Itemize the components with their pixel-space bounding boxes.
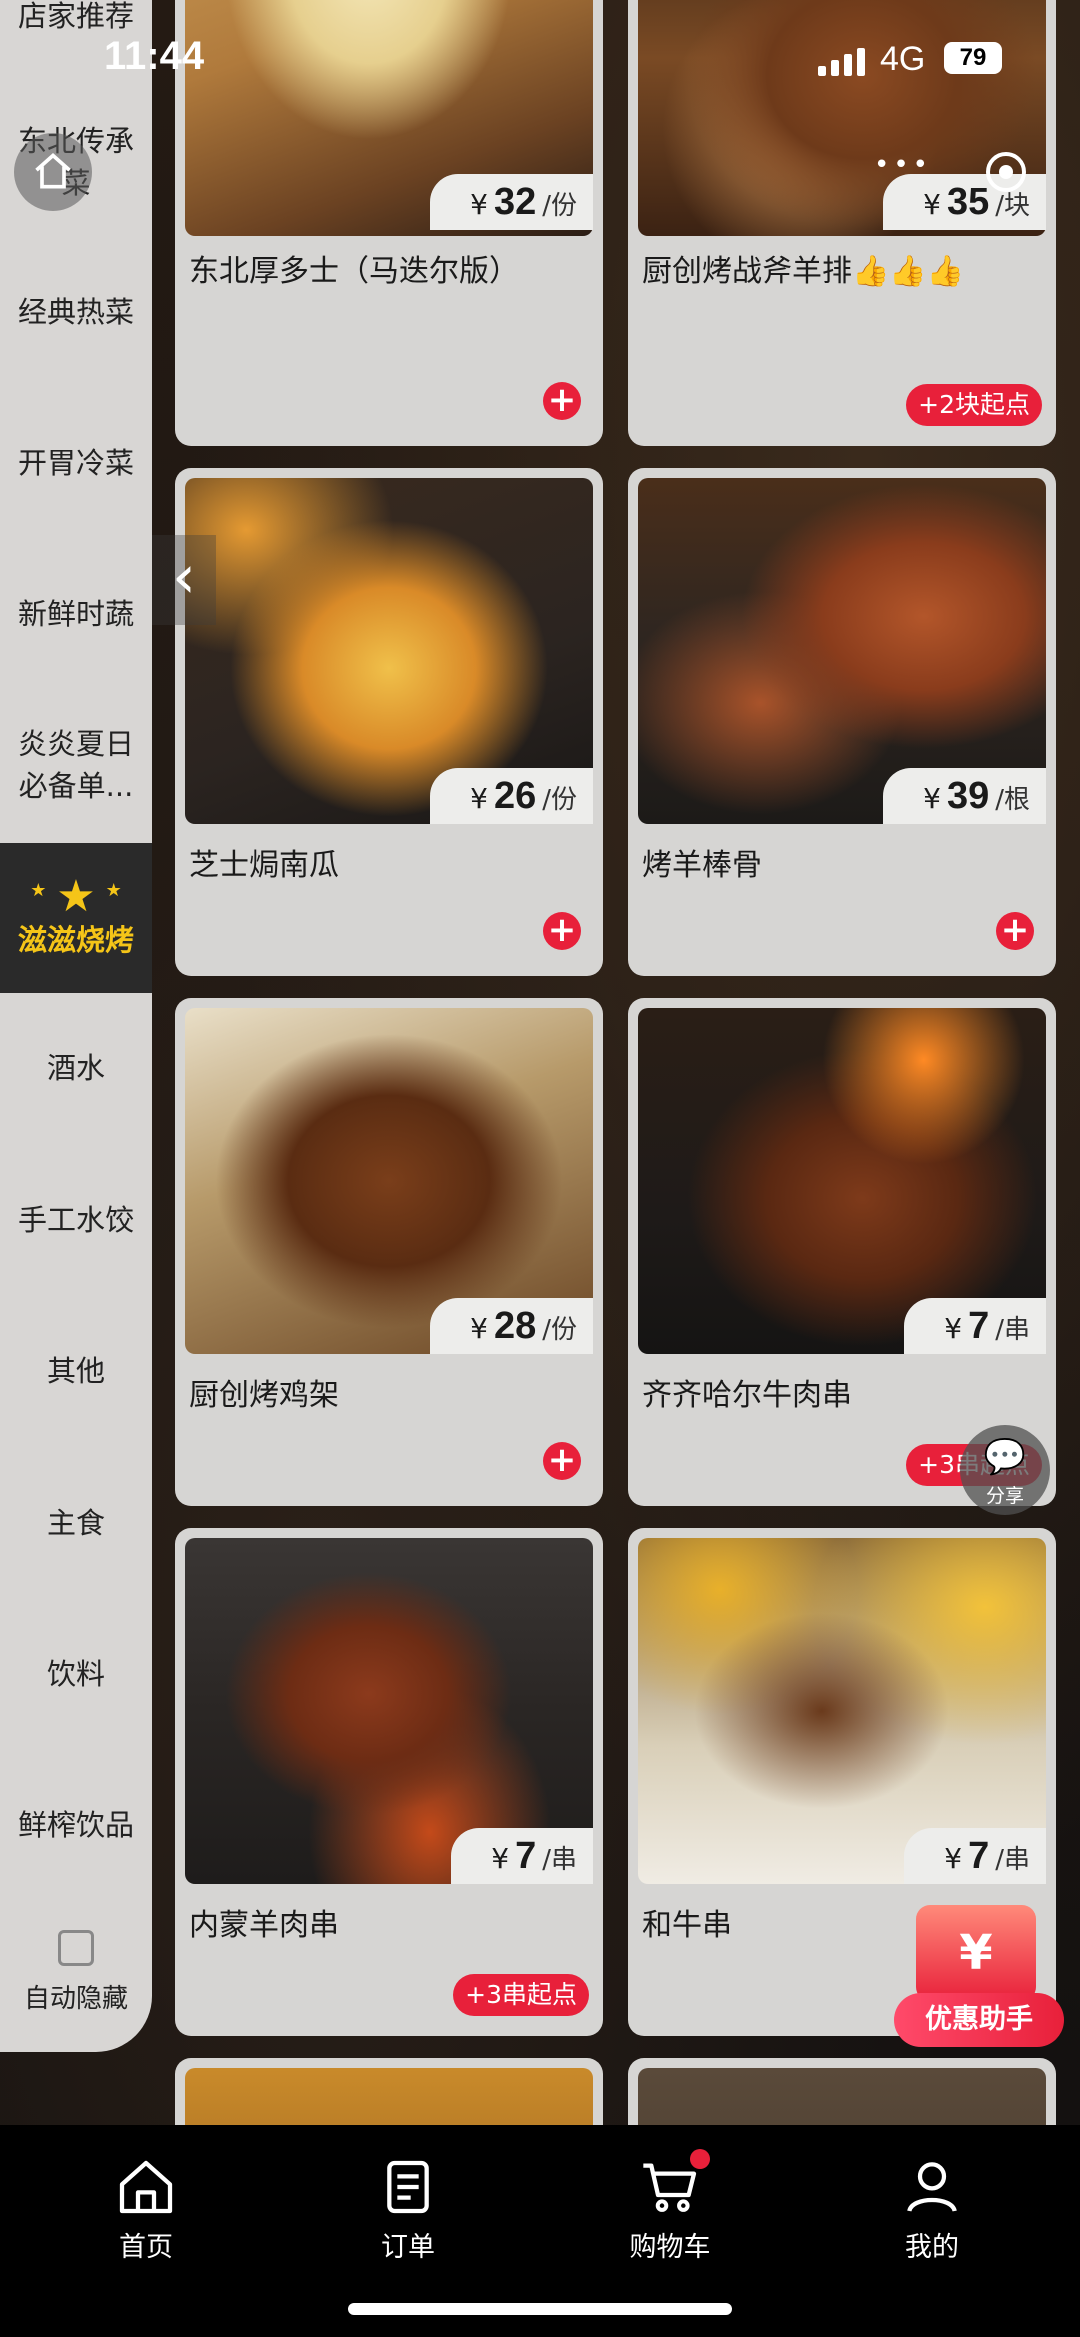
product-name: 齐齐哈尔牛肉串: [642, 1378, 852, 1413]
product-card[interactable]: ¥ 39 /根 烤羊棒骨 +: [628, 468, 1056, 976]
min-quantity-add-button[interactable]: +3串起点: [453, 1974, 589, 2016]
price-value: 7: [968, 1835, 990, 1877]
price-value: 7: [968, 1305, 990, 1347]
price-value: 35: [946, 181, 990, 223]
cart-badge: [690, 2149, 710, 2169]
chevron-left-icon: ‹: [172, 542, 196, 612]
price-unit: /份: [542, 191, 577, 221]
sidebar-item-label: 开胃冷菜: [17, 446, 134, 480]
tab-label: 我的: [905, 2232, 959, 2263]
add-to-cart-button[interactable]: +: [543, 382, 581, 420]
order-icon: [376, 2155, 440, 2219]
add-to-cart-button[interactable]: +: [543, 1442, 581, 1480]
sidebar-item-label: 饮料: [46, 1657, 105, 1691]
coupon-label: 优惠助手: [894, 1993, 1064, 2047]
battery-icon: 79: [944, 42, 1002, 74]
price-value: 39: [946, 775, 990, 817]
sidebar-item-label: 鲜榨饮品: [17, 1808, 134, 1842]
price-unit: /串: [995, 1845, 1030, 1875]
sidebar-item-dumplings[interactable]: 手工水饺: [0, 1170, 152, 1270]
sidebar-item-label: 酒水: [46, 1051, 105, 1085]
coupon-icon: ¥: [916, 1905, 1036, 2001]
price-tag: ¥ 32 /份: [430, 174, 593, 230]
checkbox-icon[interactable]: [58, 1930, 94, 1966]
sidebar-item-other[interactable]: 其他: [0, 1321, 152, 1421]
price-tag: ¥ 7 /串: [904, 1828, 1046, 1884]
price-value: 7: [515, 1835, 537, 1877]
product-name: 东北厚多士（马迭尔版）: [189, 254, 519, 289]
tab-profile[interactable]: 我的: [852, 2155, 1012, 2264]
add-to-cart-button[interactable]: +: [543, 912, 581, 950]
wechat-icon: 💬: [983, 1437, 1027, 1477]
tab-label: 购物车: [629, 2232, 711, 2263]
tab-home[interactable]: 首页: [66, 2155, 226, 2264]
product-name: 内蒙羊肉串: [189, 1908, 339, 1943]
product-card[interactable]: ¥ 28 /份 厨创烤鸡架 +: [175, 998, 603, 1506]
sidebar-item-drinks-alcohol[interactable]: 酒水: [0, 1018, 152, 1118]
sidebar-item-label: 滋滋烧烤: [17, 923, 134, 957]
coupon-assistant[interactable]: ¥ 优惠助手: [894, 1905, 1064, 2055]
auto-hide-toggle[interactable]: 自动隐藏: [0, 1930, 152, 2015]
price-unit: /串: [542, 1845, 577, 1875]
price-unit: /串: [995, 1315, 1030, 1345]
sidebar-item-label: 经典热菜: [17, 295, 134, 329]
user-icon: [900, 2155, 964, 2219]
category-sidebar: 店家推荐 东北传承菜 经典热菜 开胃冷菜 新鲜时蔬 炎炎夏日必备单... ★★★…: [0, 0, 152, 2052]
sidebar-item-vegetables[interactable]: 新鲜时蔬: [0, 564, 152, 664]
sidebar-item-label: 主食: [46, 1506, 105, 1540]
tab-cart[interactable]: 购物车: [590, 2149, 750, 2264]
sidebar-item-label: 新鲜时蔬: [17, 597, 134, 631]
price-tag: ¥ 7 /串: [904, 1298, 1046, 1354]
sidebar-item-label: 炎炎夏日必备单...: [17, 727, 134, 803]
price-unit: /份: [542, 1315, 577, 1345]
status-bar: 11:44 4G 79: [0, 0, 1080, 120]
share-button[interactable]: 💬 分享: [960, 1425, 1050, 1515]
price-tag: ¥ 39 /根: [883, 768, 1046, 824]
home-icon: [35, 153, 71, 189]
collapse-sidebar-handle[interactable]: ‹: [152, 535, 216, 625]
price-unit: /份: [542, 785, 577, 815]
tab-orders[interactable]: 订单: [328, 2155, 488, 2264]
product-card[interactable]: ¥ 7 /串 内蒙羊肉串 +3串起点: [175, 1528, 603, 2036]
tab-label: 首页: [119, 2232, 173, 2263]
sidebar-item-bbq[interactable]: ★ ★ ★ 滋滋烧烤: [0, 843, 152, 993]
product-name: 和牛串: [642, 1908, 732, 1943]
home-icon: [114, 2155, 178, 2219]
min-quantity-add-button[interactable]: +2块起点: [906, 384, 1042, 426]
price-value: 26: [493, 775, 537, 817]
sidebar-item-label: 手工水饺: [17, 1203, 134, 1237]
price-tag: ¥ 26 /份: [430, 768, 593, 824]
auto-hide-label: 自动隐藏: [23, 1984, 128, 2014]
price-value: 32: [493, 181, 537, 223]
sidebar-item-classic-hot[interactable]: 经典热菜: [0, 262, 152, 362]
product-name: 芝士焗南瓜: [189, 848, 339, 883]
star-icon: ★ ★ ★: [30, 871, 122, 922]
signal-icon: [818, 46, 868, 76]
more-icon[interactable]: •••: [874, 150, 932, 180]
cart-icon: [638, 2149, 710, 2219]
home-floating-button[interactable]: [14, 133, 92, 211]
home-indicator: [348, 2303, 732, 2315]
add-to-cart-button[interactable]: +: [996, 912, 1034, 950]
network-label: 4G: [880, 40, 926, 78]
sidebar-item-label: 其他: [46, 1354, 105, 1388]
product-name: 烤羊棒骨: [642, 848, 762, 883]
product-card[interactable]: ¥ 26 /份 芝士焗南瓜 +: [175, 468, 603, 976]
price-tag: ¥ 28 /份: [430, 1298, 593, 1354]
tab-label: 订单: [381, 2232, 435, 2263]
status-time: 11:44: [104, 34, 205, 78]
price-tag: ¥ 7 /串: [451, 1828, 593, 1884]
sidebar-item-beverages[interactable]: 饮料: [0, 1624, 152, 1724]
price-unit: /根: [995, 785, 1030, 815]
sidebar-item-cold-dishes[interactable]: 开胃冷菜: [0, 413, 152, 513]
share-label: 分享: [985, 1485, 1024, 1507]
product-name: 厨创烤战斧羊排👍👍👍: [642, 254, 965, 289]
sidebar-item-staple[interactable]: 主食: [0, 1473, 152, 1573]
close-miniprogram-icon[interactable]: [986, 152, 1026, 192]
sidebar-item-fresh-juice[interactable]: 鲜榨饮品: [0, 1775, 152, 1875]
product-name: 厨创烤鸡架: [189, 1378, 339, 1413]
price-value: 28: [493, 1305, 537, 1347]
sidebar-item-summer[interactable]: 炎炎夏日必备单...: [0, 715, 152, 815]
